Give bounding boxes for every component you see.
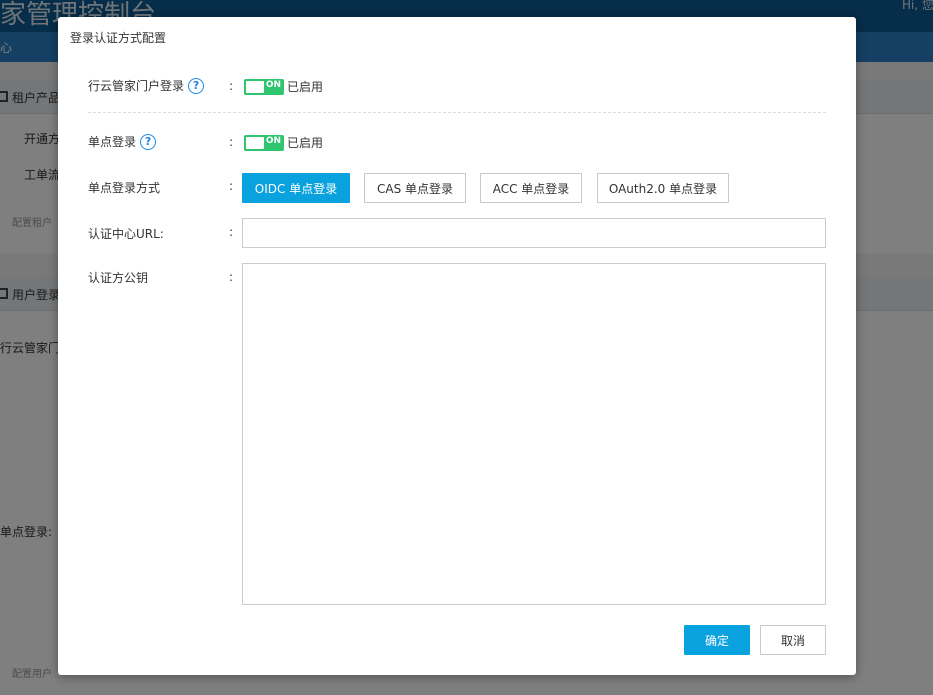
oidc-sso-button[interactable]: OIDC 单点登录 [242, 173, 350, 203]
sso-toggle[interactable]: ON [244, 134, 284, 151]
toggle-on-text: ON [265, 79, 281, 90]
cancel-button[interactable]: 取消 [760, 625, 826, 655]
acc-sso-button[interactable]: ACC 单点登录 [480, 173, 582, 203]
divider [88, 112, 826, 113]
colon: : [229, 225, 234, 239]
portal-login-toggle[interactable]: ON [244, 78, 284, 95]
auth-url-input[interactable] [242, 218, 826, 248]
auth-url-label: 认证中心URL: [88, 227, 164, 241]
colon: : [229, 179, 234, 193]
sso-method-label: 单点登录方式 [88, 181, 161, 195]
sso-label: 单点登录 [88, 135, 137, 149]
dialog-title: 登录认证方式配置 [70, 31, 167, 45]
colon: : [229, 135, 234, 149]
sso-method-label-group: 单点登录方式 [88, 179, 160, 196]
help-icon[interactable]: ? [140, 133, 157, 150]
public-key-label-group: 认证方公钥 [88, 269, 148, 286]
cas-sso-button[interactable]: CAS 单点登录 [364, 173, 466, 203]
colon: : [229, 270, 234, 284]
colon: : [229, 79, 234, 93]
public-key-label: 认证方公钥 [88, 271, 149, 285]
toggle-knob [246, 136, 264, 149]
portal-login-label: 行云管家门户登录 [88, 79, 185, 93]
login-auth-config-dialog: 登录认证方式配置 行云管家门户登录 ? : ON 已启用 单点登录 ? : ON… [58, 17, 856, 675]
help-icon[interactable]: ? [188, 77, 205, 94]
sso-status: 已启用 [287, 136, 324, 150]
public-key-textarea[interactable] [242, 263, 826, 605]
auth-url-label-group: 认证中心URL: [88, 225, 164, 242]
confirm-button[interactable]: 确定 [684, 625, 750, 655]
sso-label-group: 单点登录 ? [88, 133, 157, 150]
portal-login-label-group: 行云管家门户登录 ? [88, 77, 205, 94]
toggle-knob [246, 80, 264, 93]
portal-login-status: 已启用 [287, 80, 324, 94]
toggle-on-text: ON [265, 135, 281, 146]
sso-toggle-group: ON 已启用 [244, 134, 323, 151]
oauth2-sso-button[interactable]: OAuth2.0 单点登录 [597, 173, 729, 203]
portal-login-toggle-group: ON 已启用 [244, 78, 323, 95]
